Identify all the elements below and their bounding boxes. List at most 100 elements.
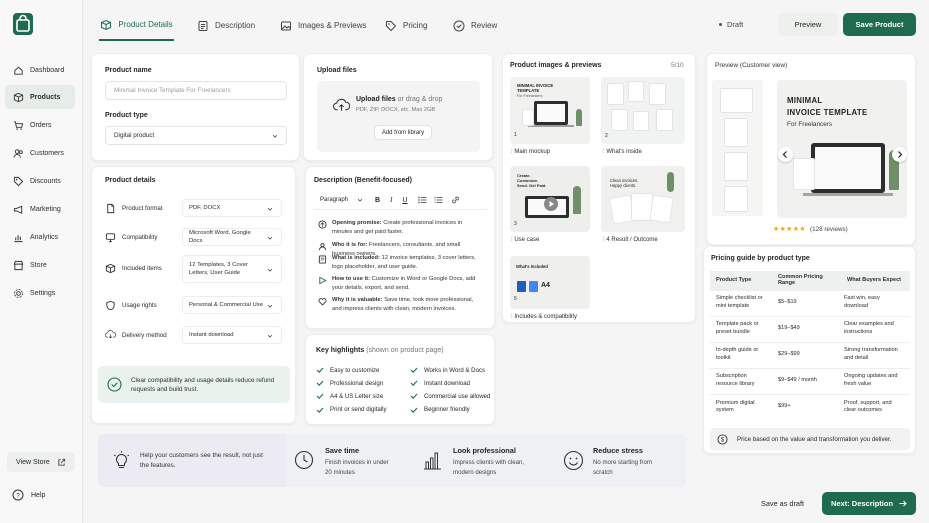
price-tag-icon: [386, 20, 397, 31]
checkmark-icon: [316, 407, 324, 413]
sidebar-item-settings[interactable]: Settings: [5, 281, 75, 305]
sidebar-item-marketing[interactable]: Marketing: [5, 197, 75, 221]
pricing-guide-card: Pricing guide by product type Product Ty…: [703, 246, 916, 454]
a4-icon: A4: [541, 282, 550, 289]
store-logo-icon[interactable]: [13, 13, 33, 35]
chevron-right-icon: [898, 151, 903, 158]
megaphone-icon: [13, 205, 23, 214]
preview-thumb[interactable]: [724, 186, 748, 212]
chevron-down-icon: [267, 236, 273, 240]
product-type-value: Digital product: [114, 132, 155, 139]
pricing-row: Template pack or preset bundle $19–$49 Cle…: [710, 315, 910, 342]
tab-label: Product Details: [118, 20, 173, 29]
tag-icon: [13, 176, 24, 186]
underline-icon[interactable]: U: [402, 197, 407, 204]
pricing-row: In-depth guide or toolkit $29–$99 Strong t…: [710, 341, 910, 368]
preview-button[interactable]: Preview: [778, 13, 838, 36]
drag-handle-icon[interactable]: ⁞: [511, 237, 513, 243]
italic-icon[interactable]: I: [390, 196, 392, 204]
detail-select[interactable]: Personal & Commercial Use: [182, 296, 282, 314]
drag-handle-icon[interactable]: ⁞: [511, 314, 513, 320]
description-item-heading: Why it is valuable:: [332, 297, 383, 303]
help-link[interactable]: ? Help: [12, 489, 45, 501]
pricing-cell: Proof, support, and clear outcomes: [838, 393, 910, 420]
sidebar-item-label: Analytics: [30, 233, 59, 241]
detail-select[interactable]: Instant download: [182, 326, 282, 344]
carousel-prev-button[interactable]: [778, 147, 793, 162]
upload-main-label[interactable]: Upload files: [356, 96, 396, 103]
sidebar-item-products[interactable]: Products: [5, 85, 75, 109]
preview-thumb[interactable]: [724, 152, 748, 181]
link-icon[interactable]: [451, 196, 460, 204]
sidebar-item-dashboard[interactable]: Dashboard: [5, 58, 75, 82]
image-tile-1[interactable]: MINIMAL INVOICE TEMPLATE For Freelancers…: [510, 77, 590, 144]
product-type-label: Product type: [105, 112, 148, 119]
pricing-table: Product Type Common Pricing Range What Buy…: [710, 271, 910, 420]
carousel-next-button[interactable]: [892, 147, 907, 162]
detail-select[interactable]: 12 Templates, 3 Cover Letters, User Guid…: [182, 255, 282, 283]
laptop-screen: [811, 143, 885, 193]
checkmark-icon: [410, 367, 418, 373]
image-tile-5[interactable]: What's Included A4 5: [510, 256, 590, 309]
bulleted-list-icon[interactable]: [417, 196, 427, 204]
sidebar-item-store[interactable]: Store: [5, 253, 75, 277]
detail-select[interactable]: Microsoft Word, Google Docs: [182, 228, 282, 246]
save-as-draft-button[interactable]: Save as draft: [761, 499, 804, 508]
add-from-library-button[interactable]: Add from library: [374, 125, 432, 140]
play-icon[interactable]: [544, 197, 558, 211]
upload-dropzone[interactable]: Upload files or drag & drop PDF, ZIP, DO…: [317, 81, 480, 152]
doc-thumbnail: [522, 109, 534, 126]
svg-text:?: ?: [16, 492, 20, 499]
description-item-heading: What is included:: [332, 255, 380, 261]
view-store-button[interactable]: View Store: [7, 452, 75, 472]
numbered-list-icon[interactable]: [434, 196, 443, 204]
chevron-down-icon: [267, 334, 273, 338]
highlight-text: Print or send digitally: [330, 406, 387, 414]
sidebar-item-customers[interactable]: Customers: [5, 141, 75, 165]
highlight-item: Works in Word & Docs: [410, 366, 485, 374]
next-description-button[interactable]: Next: Description: [822, 492, 916, 515]
drag-handle-icon[interactable]: ⁞: [603, 237, 605, 243]
tile-caption-text: Main mockup: [514, 149, 551, 155]
image-tile-3[interactable]: Create. Customize. Send. Get Paid. 3: [510, 166, 590, 232]
sidebar-item-label: Store: [30, 261, 47, 269]
review-count[interactable]: (128 reviews): [810, 226, 848, 233]
pricing-note: $ Price based on the value and transform…: [710, 428, 910, 450]
preview-thumb[interactable]: [720, 88, 753, 113]
monitor-icon: [105, 233, 116, 243]
checkmark-icon: [316, 367, 324, 373]
highlight-text: A4 & US Letter size: [330, 392, 384, 400]
checkmark-icon: [316, 394, 324, 400]
upload-card: Upload files Upload files or drag & drop…: [303, 53, 493, 161]
preview-thumb[interactable]: [724, 118, 748, 147]
tab-product-details[interactable]: Product Details: [99, 10, 174, 41]
save-product-button[interactable]: Save Product: [843, 13, 916, 36]
highlight-item: Professional design: [316, 379, 383, 387]
bold-icon[interactable]: B: [375, 197, 380, 204]
sidebar-item-orders[interactable]: Orders: [5, 113, 75, 137]
description-item-heading: Opening promise:: [332, 220, 382, 226]
tab-label: Images & Previews: [298, 21, 367, 30]
play-icon: [319, 276, 327, 285]
image-tile-2[interactable]: 2: [601, 77, 685, 144]
benefit-title: Look professional: [453, 446, 516, 455]
product-name-input[interactable]: Minimal Invoice Template For Freelancers: [105, 81, 287, 100]
drag-handle-icon[interactable]: ⁞: [603, 149, 605, 155]
preview-heading: MINIMAL: [787, 96, 823, 105]
benefit-text: No more starting from scratch: [593, 459, 652, 476]
image-tile-4[interactable]: Clean invoices. Happy clients.: [601, 166, 685, 232]
sidebar-item-discounts[interactable]: Discounts: [5, 169, 75, 193]
drag-handle-icon[interactable]: ⁞: [511, 149, 513, 155]
word-icon: [517, 281, 526, 292]
tile-caption-text: What's inside: [606, 149, 642, 155]
sidebar-item-analytics[interactable]: Analytics: [5, 225, 75, 249]
highlight-text: Commercial use allowed: [424, 392, 491, 400]
tab-pricing[interactable]: Pricing: [385, 10, 427, 41]
detail-select[interactable]: PDF, DOCX: [182, 199, 282, 217]
tab-review[interactable]: Review: [453, 10, 497, 41]
tab-description[interactable]: Description: [197, 10, 255, 41]
tab-images-previews[interactable]: Images & Previews: [280, 10, 366, 41]
paragraph-style-select[interactable]: Paragraph: [320, 197, 348, 203]
laptop-base: [803, 193, 893, 196]
product-type-select[interactable]: Digital product: [105, 126, 287, 145]
